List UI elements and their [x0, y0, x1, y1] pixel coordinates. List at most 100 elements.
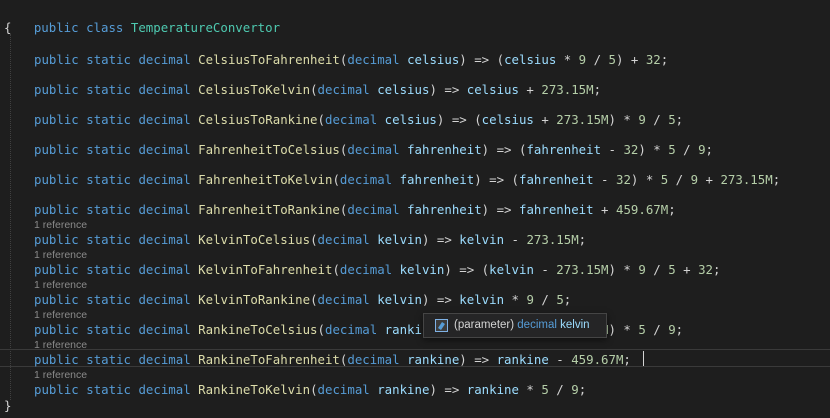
- keyword: static: [86, 322, 131, 337]
- param-reference[interactable]: fahrenheit: [519, 172, 594, 187]
- method-name[interactable]: RankineToKelvin: [198, 382, 310, 397]
- number-literal: 9: [638, 262, 646, 277]
- param-name[interactable]: fahrenheit: [400, 172, 475, 187]
- keyword: public: [34, 142, 79, 157]
- keyword: decimal: [138, 82, 191, 97]
- param-reference[interactable]: rankine: [467, 382, 519, 397]
- operator: *: [518, 382, 542, 397]
- open-brace: {: [4, 20, 12, 35]
- keyword: static: [86, 172, 131, 187]
- method-name[interactable]: KelvinToCelsius: [198, 232, 310, 247]
- param-name[interactable]: celsius: [407, 52, 459, 67]
- number-literal: 9: [638, 112, 646, 127]
- operator: ) *: [608, 262, 639, 277]
- number-literal: 5: [668, 262, 676, 277]
- keyword: static: [86, 142, 131, 157]
- param-reference[interactable]: celsius: [504, 52, 556, 67]
- codelens-reference-link[interactable]: 1 reference: [34, 249, 87, 261]
- number-literal: 9: [690, 172, 699, 187]
- keyword: static: [86, 202, 131, 217]
- number-literal: 32: [615, 172, 631, 187]
- method-line[interactable]: public static decimal KelvinToFahrenheit…: [34, 262, 720, 278]
- keyword: public: [34, 52, 79, 67]
- keyword: static: [86, 82, 131, 97]
- number-literal: 273.15M: [720, 172, 773, 187]
- param-reference[interactable]: fahrenheit: [519, 202, 594, 217]
- codelens-reference-link[interactable]: 1 reference: [34, 309, 87, 321]
- arrow-operator: =>: [436, 232, 452, 247]
- operator: -: [601, 142, 624, 157]
- codelens-reference-link[interactable]: 1 reference: [34, 339, 87, 351]
- method-line[interactable]: public static decimal FahrenheitToCelsiu…: [34, 142, 713, 158]
- arrow-operator: =>: [459, 262, 475, 277]
- param-reference[interactable]: kelvin: [459, 292, 504, 307]
- tooltip-param-name: kelvin: [560, 319, 590, 331]
- number-literal: 273.15M: [541, 82, 594, 97]
- method-line[interactable]: public static decimal KelvinToCelsius(de…: [34, 232, 586, 248]
- codelens-reference-link[interactable]: 1 reference: [34, 279, 87, 291]
- method-name[interactable]: FahrenheitToCelsius: [198, 142, 340, 157]
- method-name[interactable]: FahrenheitToKelvin: [198, 172, 332, 187]
- public-keyword: public: [33, 20, 79, 35]
- param-reference[interactable]: celsius: [482, 112, 534, 127]
- method-name[interactable]: CelsiusToKelvin: [198, 82, 310, 97]
- param-name[interactable]: kelvin: [377, 232, 422, 247]
- keyword: decimal: [138, 322, 191, 337]
- param-reference[interactable]: kelvin: [489, 262, 534, 277]
- param-reference[interactable]: kelvin: [459, 232, 504, 247]
- keyword: static: [86, 352, 131, 367]
- keyword: public: [34, 382, 79, 397]
- keyword: public: [34, 82, 79, 97]
- method-line[interactable]: public static decimal FahrenheitToKelvin…: [34, 172, 780, 188]
- method-line[interactable]: public static decimal FahrenheitToRankin…: [34, 202, 676, 218]
- param-reference[interactable]: rankine: [497, 352, 549, 367]
- method-line[interactable]: public static decimal CelsiusToFahrenhei…: [34, 52, 668, 68]
- operator: /: [645, 322, 669, 337]
- method-line[interactable]: public static decimal RankineToFahrenhei…: [34, 352, 631, 368]
- method-name[interactable]: KelvinToFahrenheit: [198, 262, 332, 277]
- param-name[interactable]: kelvin: [377, 292, 422, 307]
- codelens-reference-link[interactable]: 1 reference: [34, 219, 87, 231]
- operator: ) +: [616, 52, 646, 67]
- number-literal: 32: [623, 142, 639, 157]
- keyword: public: [34, 232, 79, 247]
- method-line[interactable]: public static decimal CelsiusToKelvin(de…: [34, 82, 601, 98]
- method-name[interactable]: RankineToCelsius: [198, 322, 317, 337]
- operator: ;: [623, 352, 631, 367]
- method-name[interactable]: RankineToFahrenheit: [198, 352, 340, 367]
- keyword: static: [86, 382, 131, 397]
- param-name[interactable]: fahrenheit: [407, 142, 482, 157]
- operator: /: [586, 52, 609, 67]
- keyword: public: [34, 112, 79, 127]
- keyword: decimal: [138, 142, 191, 157]
- arrow-operator: =>: [444, 82, 460, 97]
- operator: ) *: [608, 322, 639, 337]
- param-name[interactable]: celsius: [385, 112, 437, 127]
- codelens-reference-link[interactable]: 1 reference: [34, 369, 87, 381]
- class-declaration[interactable]: public class TemperatureConvertor: [4, 4, 280, 35]
- param-name[interactable]: fahrenheit: [407, 202, 482, 217]
- number-literal: 32: [645, 52, 661, 67]
- arrow-operator: =>: [496, 202, 512, 217]
- operator: ;: [660, 52, 669, 67]
- param-reference[interactable]: celsius: [467, 82, 519, 97]
- number-literal: 5: [638, 322, 646, 337]
- method-name[interactable]: FahrenheitToRankine: [198, 202, 340, 217]
- number-literal: 32: [698, 262, 713, 277]
- method-line[interactable]: public static decimal KelvinToRankine(de…: [34, 292, 571, 308]
- param-name[interactable]: rankine: [377, 382, 429, 397]
- quick-info-tooltip: (parameter) decimal kelvin: [423, 313, 607, 338]
- method-line[interactable]: public static decimal RankineToKelvin(de…: [34, 382, 586, 398]
- method-name[interactable]: CelsiusToFahrenheit: [198, 52, 340, 67]
- method-name[interactable]: KelvinToRankine: [198, 292, 310, 307]
- operator: ;: [675, 112, 684, 127]
- operator: +: [518, 82, 542, 97]
- method-line[interactable]: public static decimal CelsiusToRankine (d…: [34, 112, 683, 128]
- method-name[interactable]: CelsiusToRankine: [198, 112, 317, 127]
- parameter-icon: [435, 319, 448, 332]
- param-name[interactable]: kelvin: [400, 262, 445, 277]
- code-editor[interactable]: public class TemperatureConvertor { publ…: [0, 0, 830, 418]
- param-name[interactable]: celsius: [377, 82, 429, 97]
- param-reference[interactable]: fahrenheit: [526, 142, 601, 157]
- class-name[interactable]: TemperatureConvertor: [131, 20, 280, 35]
